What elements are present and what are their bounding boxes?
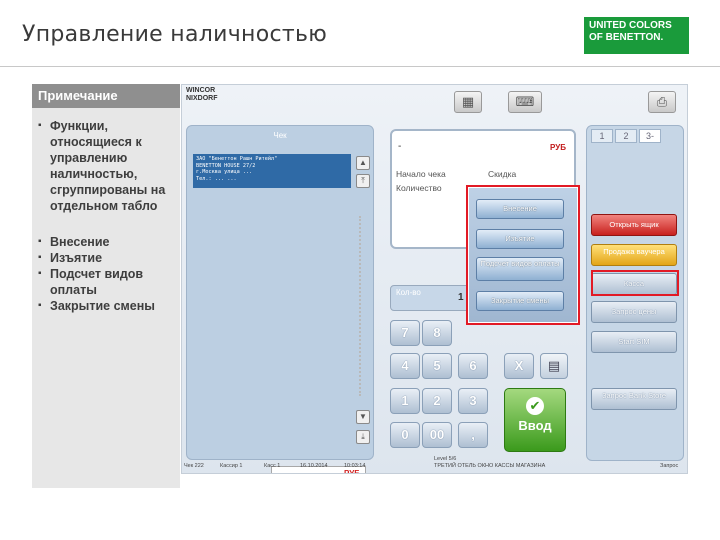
notes-item: Изъятие bbox=[38, 250, 172, 266]
page-title: Управление наличностью bbox=[22, 22, 328, 47]
header-divider bbox=[0, 66, 720, 67]
scroll-track[interactable] bbox=[359, 216, 361, 396]
brand-line2: OF BENETTON. bbox=[589, 32, 664, 43]
notes-item: Внесение bbox=[38, 234, 172, 250]
cash-management-popup: Внесение Изъятие Подсчет видов оплаты За… bbox=[466, 185, 580, 325]
tab-3[interactable]: 3- bbox=[639, 129, 661, 143]
status-time: 10:03:14 bbox=[344, 463, 366, 469]
notes-panel: Примечание Функции, относящиеся к управл… bbox=[32, 84, 180, 488]
receipt-line: Тел.: ... ... bbox=[196, 175, 237, 182]
checkmark-icon: ✔ bbox=[526, 397, 544, 415]
price-lookup-button[interactable]: Запрос цены bbox=[591, 301, 677, 323]
brand-line1: UNITED COLORS bbox=[589, 20, 672, 31]
status-right: Запрос bbox=[660, 463, 679, 469]
receipt-start-label: Начало чека bbox=[396, 169, 446, 179]
receipt-panel: Чек ЗАО "Бенеттон Рашн Ритейл" BENETTON … bbox=[186, 125, 374, 473]
key-6[interactable]: 6 bbox=[458, 353, 488, 379]
key-multiply[interactable]: X bbox=[504, 353, 534, 379]
key-8[interactable]: 8 bbox=[422, 320, 452, 346]
scroll-down-icon[interactable]: ▼ bbox=[356, 410, 370, 424]
notes-list: Функции, относящиеся к управлению наличн… bbox=[32, 108, 180, 314]
status-date: 16.10.2014 bbox=[300, 463, 328, 469]
key-comma[interactable]: , bbox=[458, 422, 488, 448]
key-2[interactable]: 2 bbox=[422, 388, 452, 414]
quantity-field[interactable]: Кол-во 1 bbox=[390, 285, 475, 311]
notes-heading: Примечание bbox=[32, 84, 180, 108]
key-3[interactable]: 3 bbox=[458, 388, 488, 414]
status-cashier: Кассир 1 bbox=[220, 463, 243, 469]
discount-label: Скидка bbox=[488, 169, 517, 179]
brand-logo: UNITED COLORS OF BENETTON. bbox=[584, 17, 689, 54]
key-1[interactable]: 1 bbox=[390, 388, 420, 414]
status-bar: Чек 222 Кассир 1 Касс 1 16.10.2014 10:03… bbox=[182, 456, 687, 473]
status-register: Касс 1 bbox=[264, 463, 281, 469]
keyboard-icon[interactable]: ⌨ bbox=[508, 91, 542, 113]
receipt-title: Чек bbox=[273, 131, 287, 140]
document-icon[interactable]: ▤ bbox=[540, 353, 568, 379]
quantity-value: 1 bbox=[458, 292, 464, 303]
calculator-icon[interactable]: ▦ bbox=[454, 91, 482, 113]
tab-2[interactable]: 2 bbox=[615, 129, 637, 143]
sell-voucher-button[interactable]: Продажа ваучера bbox=[591, 244, 677, 266]
wincor-logo: WINCOR NIXDORF bbox=[186, 87, 218, 102]
key-7[interactable]: 7 bbox=[390, 320, 420, 346]
deposit-button[interactable]: Внесение bbox=[476, 199, 564, 219]
close-shift-button[interactable]: Закрытие смены bbox=[476, 291, 564, 311]
bank-store-button[interactable]: Запрос Bank Store bbox=[591, 388, 677, 410]
status-receipt: Чек 222 bbox=[184, 463, 204, 469]
key-00[interactable]: 00 bbox=[422, 422, 452, 448]
quantity-caption: Кол-во bbox=[396, 288, 421, 297]
scroll-top-icon[interactable]: ⤒ bbox=[356, 174, 370, 188]
withdrawal-button[interactable]: Изъятие bbox=[476, 229, 564, 249]
payment-count-button[interactable]: Подсчет видов оплаты bbox=[476, 257, 564, 281]
quantity-label: Количество bbox=[396, 183, 442, 193]
cash-button-highlight bbox=[591, 270, 679, 296]
enter-button[interactable]: ✔ Ввод bbox=[504, 388, 566, 452]
pos-screen: WINCOR NIXDORF ▦ ⌨ ⎙ Чек ЗАО "Бенеттон Р… bbox=[181, 84, 688, 474]
key-0[interactable]: 0 bbox=[390, 422, 420, 448]
start-sim-button[interactable]: Start SIM bbox=[591, 331, 677, 353]
receipt-text: ЗАО "Бенеттон Рашн Ритейл" BENETTON HOUS… bbox=[193, 154, 351, 188]
currency-label: РУБ bbox=[550, 143, 566, 152]
key-5[interactable]: 5 bbox=[422, 353, 452, 379]
notes-item: Закрытие смены bbox=[38, 298, 172, 314]
status-message: ТРЕТИЙ ОТЕЛЬ ОКНО КАССЫ МАГАЗИНА bbox=[434, 463, 546, 469]
notes-item: Подсчет видов оплаты bbox=[38, 266, 172, 298]
status-level: Level 5/6 bbox=[434, 456, 457, 462]
key-4[interactable]: 4 bbox=[390, 353, 420, 379]
notes-item: Функции, относящиеся к управлению наличн… bbox=[38, 118, 172, 214]
tab-1[interactable]: 1 bbox=[591, 129, 613, 143]
enter-label: Ввод bbox=[518, 418, 552, 433]
print-icon[interactable]: ⎙ bbox=[648, 91, 676, 113]
scroll-up-icon[interactable]: ▲ bbox=[356, 156, 370, 170]
info-dash: - bbox=[398, 141, 402, 152]
open-drawer-button[interactable]: Открыть ящик bbox=[591, 214, 677, 236]
scroll-bottom-icon[interactable]: ⤓ bbox=[356, 430, 370, 444]
